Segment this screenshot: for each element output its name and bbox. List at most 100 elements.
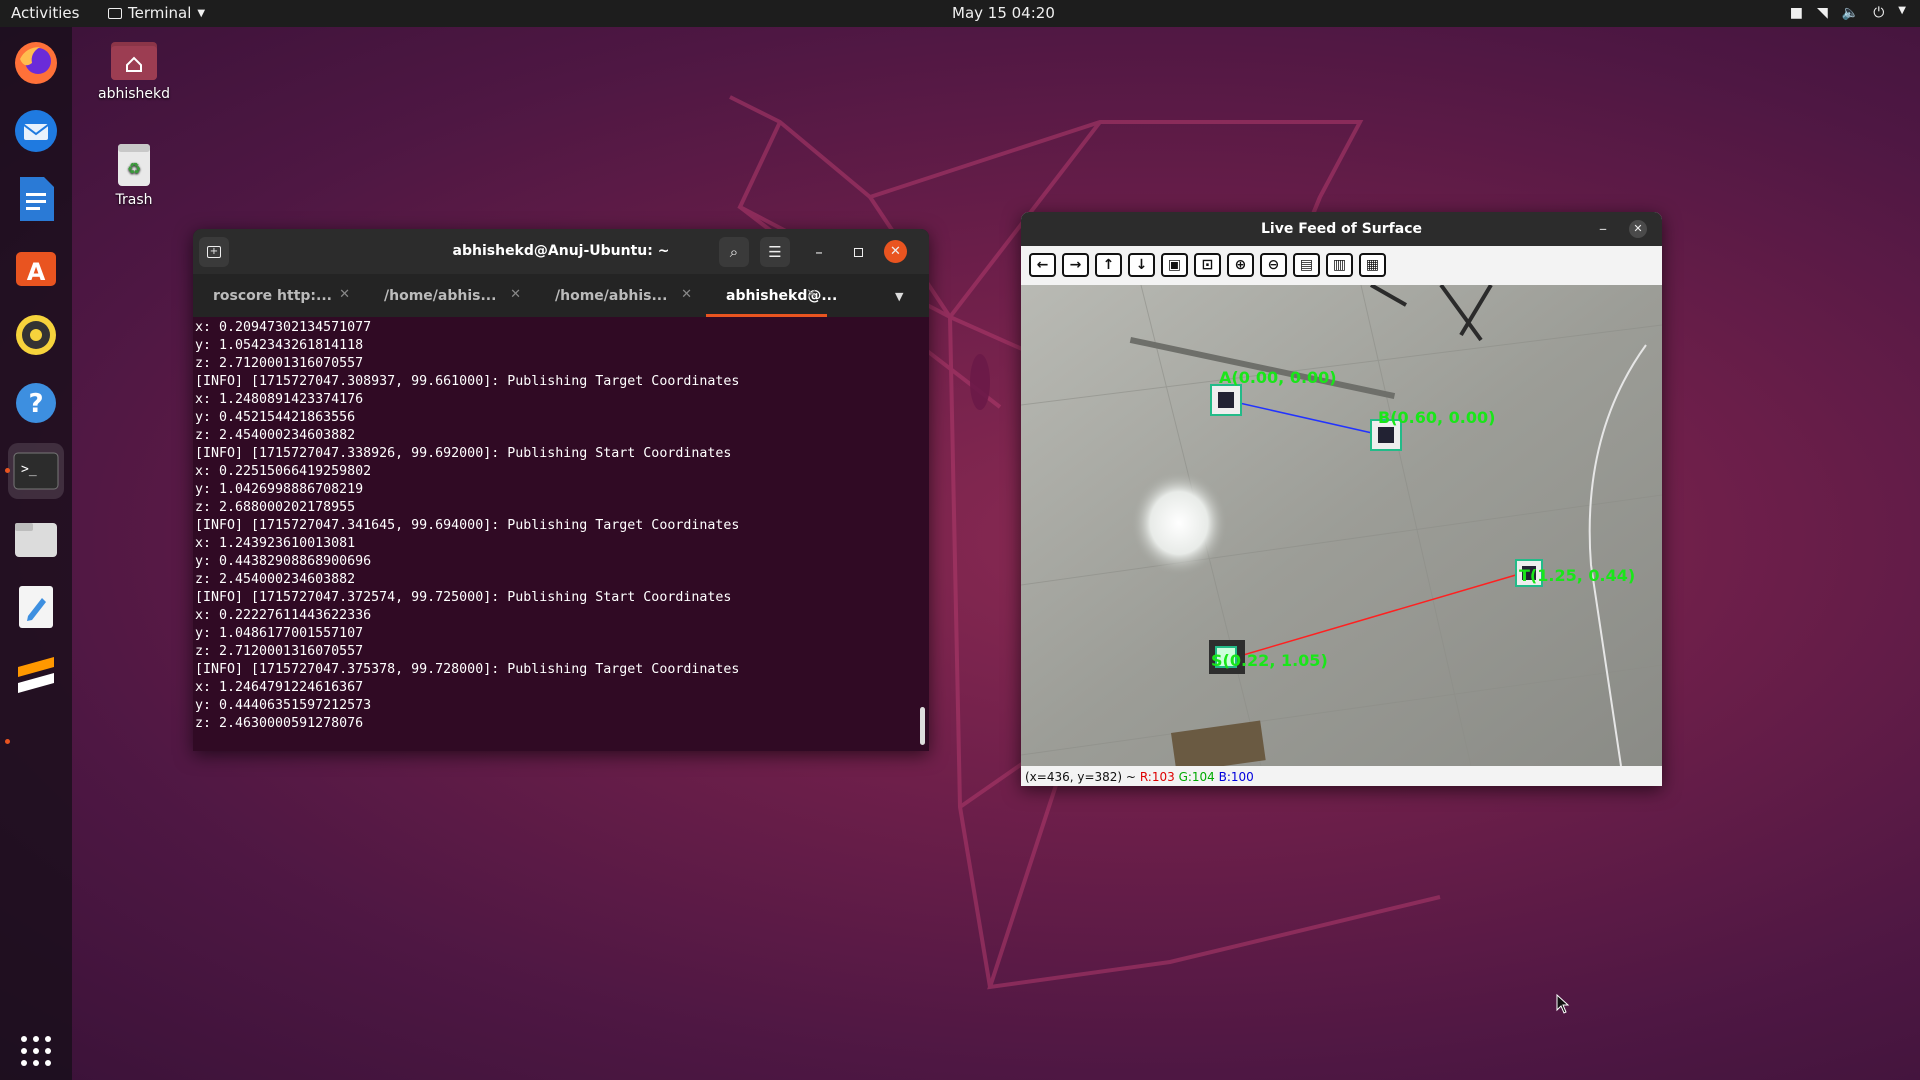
running-indicator — [5, 739, 10, 744]
files-launcher[interactable] — [8, 511, 64, 567]
terminal-line: [INFO] [1715727047.341645, 99.694000]: P… — [195, 518, 740, 533]
close-button[interactable]: ✕ — [884, 240, 907, 263]
copy-button[interactable]: ▥ — [1326, 253, 1353, 277]
properties-button[interactable]: ▦ — [1359, 253, 1386, 277]
rhythmbox-launcher[interactable] — [8, 307, 64, 363]
tab-active-shell[interactable]: abhishekd@... ✕ — [706, 274, 877, 317]
terminal-line: [INFO] [1715727047.338926, 99.692000]: P… — [195, 446, 732, 461]
terminal-line: y: 0.44406351597212573 — [195, 698, 372, 713]
grid-icon — [21, 1036, 51, 1066]
writer-icon — [20, 177, 54, 221]
pan-right-button[interactable]: → — [1062, 253, 1089, 277]
zoom-original-button[interactable]: ⊡ — [1194, 253, 1221, 277]
chevron-down-icon: ▼ — [197, 7, 206, 19]
pan-left-button[interactable]: ← — [1029, 253, 1056, 277]
terminal-line: x: 1.2464791224616367 — [195, 680, 364, 695]
search-button[interactable]: ⌕ — [719, 237, 749, 267]
label-s: S(0.22, 1.05) — [1211, 651, 1328, 670]
terminal-launcher[interactable]: >_ — [8, 443, 64, 499]
terminal-line: z: 2.7120001316070557 — [195, 644, 364, 659]
zoom-in-icon: ⊕ — [1234, 257, 1247, 273]
minimize-button[interactable]: – — [804, 237, 834, 267]
minimize-button[interactable]: – — [1599, 219, 1607, 238]
red-value: R:103 — [1139, 770, 1175, 784]
maximize-button[interactable] — [843, 237, 873, 267]
sublime-launcher[interactable] — [8, 647, 64, 703]
dock: A ? >_ — [0, 27, 72, 1080]
terminal-line: z: 2.7120001316070557 — [195, 356, 364, 371]
power-icon: ⏻ — [1873, 5, 1885, 21]
desktop-icon-label: abhishekd — [97, 86, 170, 102]
label-t: T(1.25, 0.44) — [1519, 566, 1635, 585]
text-editor-launcher[interactable] — [8, 579, 64, 635]
terminal-line: [INFO] [1715727047.375378, 99.728000]: P… — [195, 662, 740, 677]
close-tab-icon[interactable]: ✕ — [510, 287, 521, 302]
volume-icon: 🔈 — [1841, 5, 1860, 21]
window-title: Live Feed of Surface — [1261, 221, 1422, 237]
blue-value: B:100 — [1218, 770, 1254, 784]
terminal-line: y: 1.0542343261814118 — [195, 338, 364, 353]
zoom-out-button[interactable]: ⊖ — [1260, 253, 1287, 277]
camera-feed-image[interactable]: A(0.00, 0.00) B(0.60, 0.00) T(1.25, 0.44… — [1021, 285, 1662, 766]
menu-button[interactable]: ☰ — [760, 237, 790, 267]
camera-scene: A(0.00, 0.00) B(0.60, 0.00) T(1.25, 0.44… — [1021, 285, 1662, 766]
search-icon: ⌕ — [729, 243, 739, 261]
image-toolbar: ← → ↑ ↓ ▣ ⊡ ⊕ ⊖ ▤ ▥ ▦ — [1021, 246, 1662, 284]
hamburger-icon: ☰ — [768, 243, 782, 261]
tab-roscore[interactable]: roscore http:... ✕ — [193, 274, 364, 317]
software-launcher[interactable]: A — [8, 239, 64, 295]
tab-home-2[interactable]: /home/abhis... ✕ — [535, 274, 706, 317]
close-icon: ✕ — [890, 244, 901, 259]
close-button[interactable]: ✕ — [1629, 220, 1647, 238]
firefox-launcher[interactable] — [8, 35, 64, 91]
pan-up-button[interactable]: ↑ — [1095, 253, 1122, 277]
tab-home-1[interactable]: /home/abhis... ✕ — [364, 274, 535, 317]
arrow-down-icon: ↓ — [1135, 257, 1148, 273]
tab-overflow-button[interactable]: ▼ — [877, 274, 929, 317]
pan-down-button[interactable]: ↓ — [1128, 253, 1155, 277]
clock[interactable]: May 15 04:20 — [952, 4, 1055, 22]
home-folder-icon — [111, 42, 157, 80]
label-b: B(0.60, 0.00) — [1378, 408, 1495, 427]
terminal-line: x: 1.2480891423374176 — [195, 392, 364, 407]
help-launcher[interactable]: ? — [8, 375, 64, 431]
save-button[interactable]: ▤ — [1293, 253, 1320, 277]
svg-text:>_: >_ — [21, 462, 37, 477]
app-menu[interactable]: Terminal ▼ — [108, 4, 205, 22]
files-icon — [15, 523, 57, 557]
live-feed-window[interactable]: Live Feed of Surface – ✕ ← → ↑ ↓ ▣ ⊡ ⊕ ⊖… — [1021, 212, 1662, 786]
feed-titlebar[interactable]: Live Feed of Surface – ✕ — [1021, 212, 1662, 246]
zoom-in-button[interactable]: ⊕ — [1227, 253, 1254, 277]
tab-bar: roscore http:... ✕ /home/abhis... ✕ /home/… — [193, 274, 929, 317]
chevron-down-icon: ▼ — [895, 290, 904, 303]
light-glare — [1131, 471, 1227, 575]
thunderbird-launcher[interactable] — [8, 103, 64, 159]
scrollbar-thumb[interactable] — [920, 707, 925, 745]
activities-button[interactable]: Activities — [11, 4, 79, 22]
desktop-trash[interactable]: ♻ Trash — [86, 140, 182, 208]
terminal-output[interactable]: x: 0.20947302134571077 y: 1.0542343261814… — [195, 319, 915, 749]
top-bar: Activities Terminal ▼ May 15 04:20 ■ ◥ 🔈… — [0, 0, 1920, 27]
trash-icon: ♻ — [118, 144, 150, 186]
terminal-line: z: 2.4630000591278076 — [195, 716, 364, 731]
arrow-up-icon: ↑ — [1102, 257, 1115, 273]
marker-a — [1210, 384, 1242, 416]
software-icon: A — [16, 252, 56, 286]
close-tab-icon[interactable]: ✕ — [806, 287, 817, 302]
show-apps-button[interactable] — [8, 1023, 64, 1079]
writer-launcher[interactable] — [8, 171, 64, 227]
terminal-headerbar[interactable]: + abhishekd@Anuj-Ubuntu: ~ ⌕ ☰ – ✕ — [193, 229, 929, 274]
system-tray[interactable]: ■ ◥ 🔈 ⏻ ▼ — [1790, 5, 1906, 21]
close-tab-icon[interactable]: ✕ — [339, 287, 350, 302]
close-tab-icon[interactable]: ✕ — [681, 287, 692, 302]
desktop-home-folder[interactable]: abhishekd — [86, 38, 182, 102]
desktop-icon-label: Trash — [115, 192, 153, 208]
clipboard-icon: ▥ — [1332, 257, 1347, 273]
terminal-icon: >_ — [13, 452, 59, 490]
zoom-fit-button[interactable]: ▣ — [1161, 253, 1188, 277]
tab-label: /home/abhis... — [555, 288, 668, 304]
terminal-line: x: 1.243923610013081 — [195, 536, 356, 551]
terminal-window[interactable]: + abhishekd@Anuj-Ubuntu: ~ ⌕ ☰ – ✕ rosco… — [193, 229, 929, 751]
maximize-icon — [853, 247, 863, 257]
terminal-line: x: 0.22227611443622336 — [195, 608, 372, 623]
